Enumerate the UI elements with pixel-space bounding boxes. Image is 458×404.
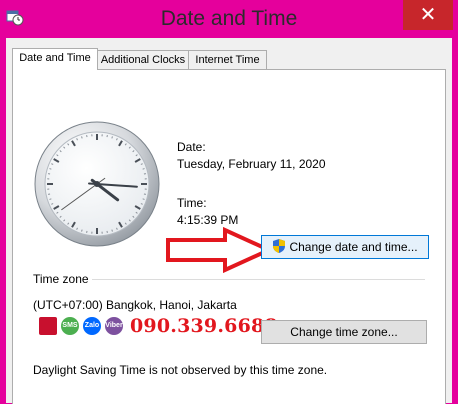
clock-minute-tick	[112, 230, 113, 232]
time-label: Time:	[177, 196, 207, 210]
tab-label: Internet Time	[195, 54, 259, 66]
title-bar: Date and Time ✕	[0, 0, 458, 38]
change-time-zone-button[interactable]: Change time zone...	[261, 320, 427, 344]
uac-shield-icon	[272, 238, 286, 254]
time-value: 4:15:39 PM	[177, 213, 238, 227]
dst-note: Daylight Saving Time is not observed by …	[33, 363, 327, 377]
viber-icon: Viber	[105, 317, 123, 335]
close-button[interactable]: ✕	[403, 0, 453, 30]
window-title: Date and Time	[0, 7, 458, 31]
change-time-zone-label: Change time zone...	[290, 325, 397, 339]
analog-clock	[33, 120, 161, 248]
tab-date-and-time[interactable]: Date and Time	[12, 48, 98, 70]
flag-icon	[39, 317, 57, 335]
phone-number-overlay: 090.339.6688	[130, 315, 278, 337]
clock-minute-tick	[49, 169, 51, 170]
tab-panel: Date: Tuesday, February 11, 2020 Time: 4…	[12, 69, 446, 404]
arrow-icon	[165, 227, 275, 273]
tab-additional-clocks[interactable]: Additional Clocks	[96, 50, 190, 69]
change-date-time-label: Change date and time...	[289, 240, 417, 254]
close-icon: ✕	[420, 4, 437, 26]
clock-minute-tick	[143, 169, 145, 170]
date-label: Date:	[177, 140, 206, 154]
tab-label: Additional Clocks	[101, 54, 185, 66]
tab-label: Date and Time	[19, 52, 91, 64]
tab-internet-time[interactable]: Internet Time	[188, 50, 267, 69]
time-zone-divider	[92, 279, 425, 280]
clock-minute-tick	[112, 136, 113, 138]
clock-minute-tick	[49, 199, 51, 200]
clock-minute-tick	[82, 136, 83, 138]
zalo-icon: Zalo	[83, 317, 101, 335]
date-value: Tuesday, February 11, 2020	[177, 157, 326, 171]
time-zone-value: (UTC+07:00) Bangkok, Hanoi, Jakarta	[33, 298, 237, 312]
dialog-client: Date and Time Additional Clocks Internet…	[6, 38, 452, 403]
change-date-time-button[interactable]: Change date and time...	[261, 235, 429, 259]
time-zone-heading: Time zone	[33, 272, 89, 286]
clock-minute-tick	[82, 230, 83, 232]
sms-icon: SMS	[61, 317, 79, 335]
clock-minute-tick	[143, 199, 145, 200]
